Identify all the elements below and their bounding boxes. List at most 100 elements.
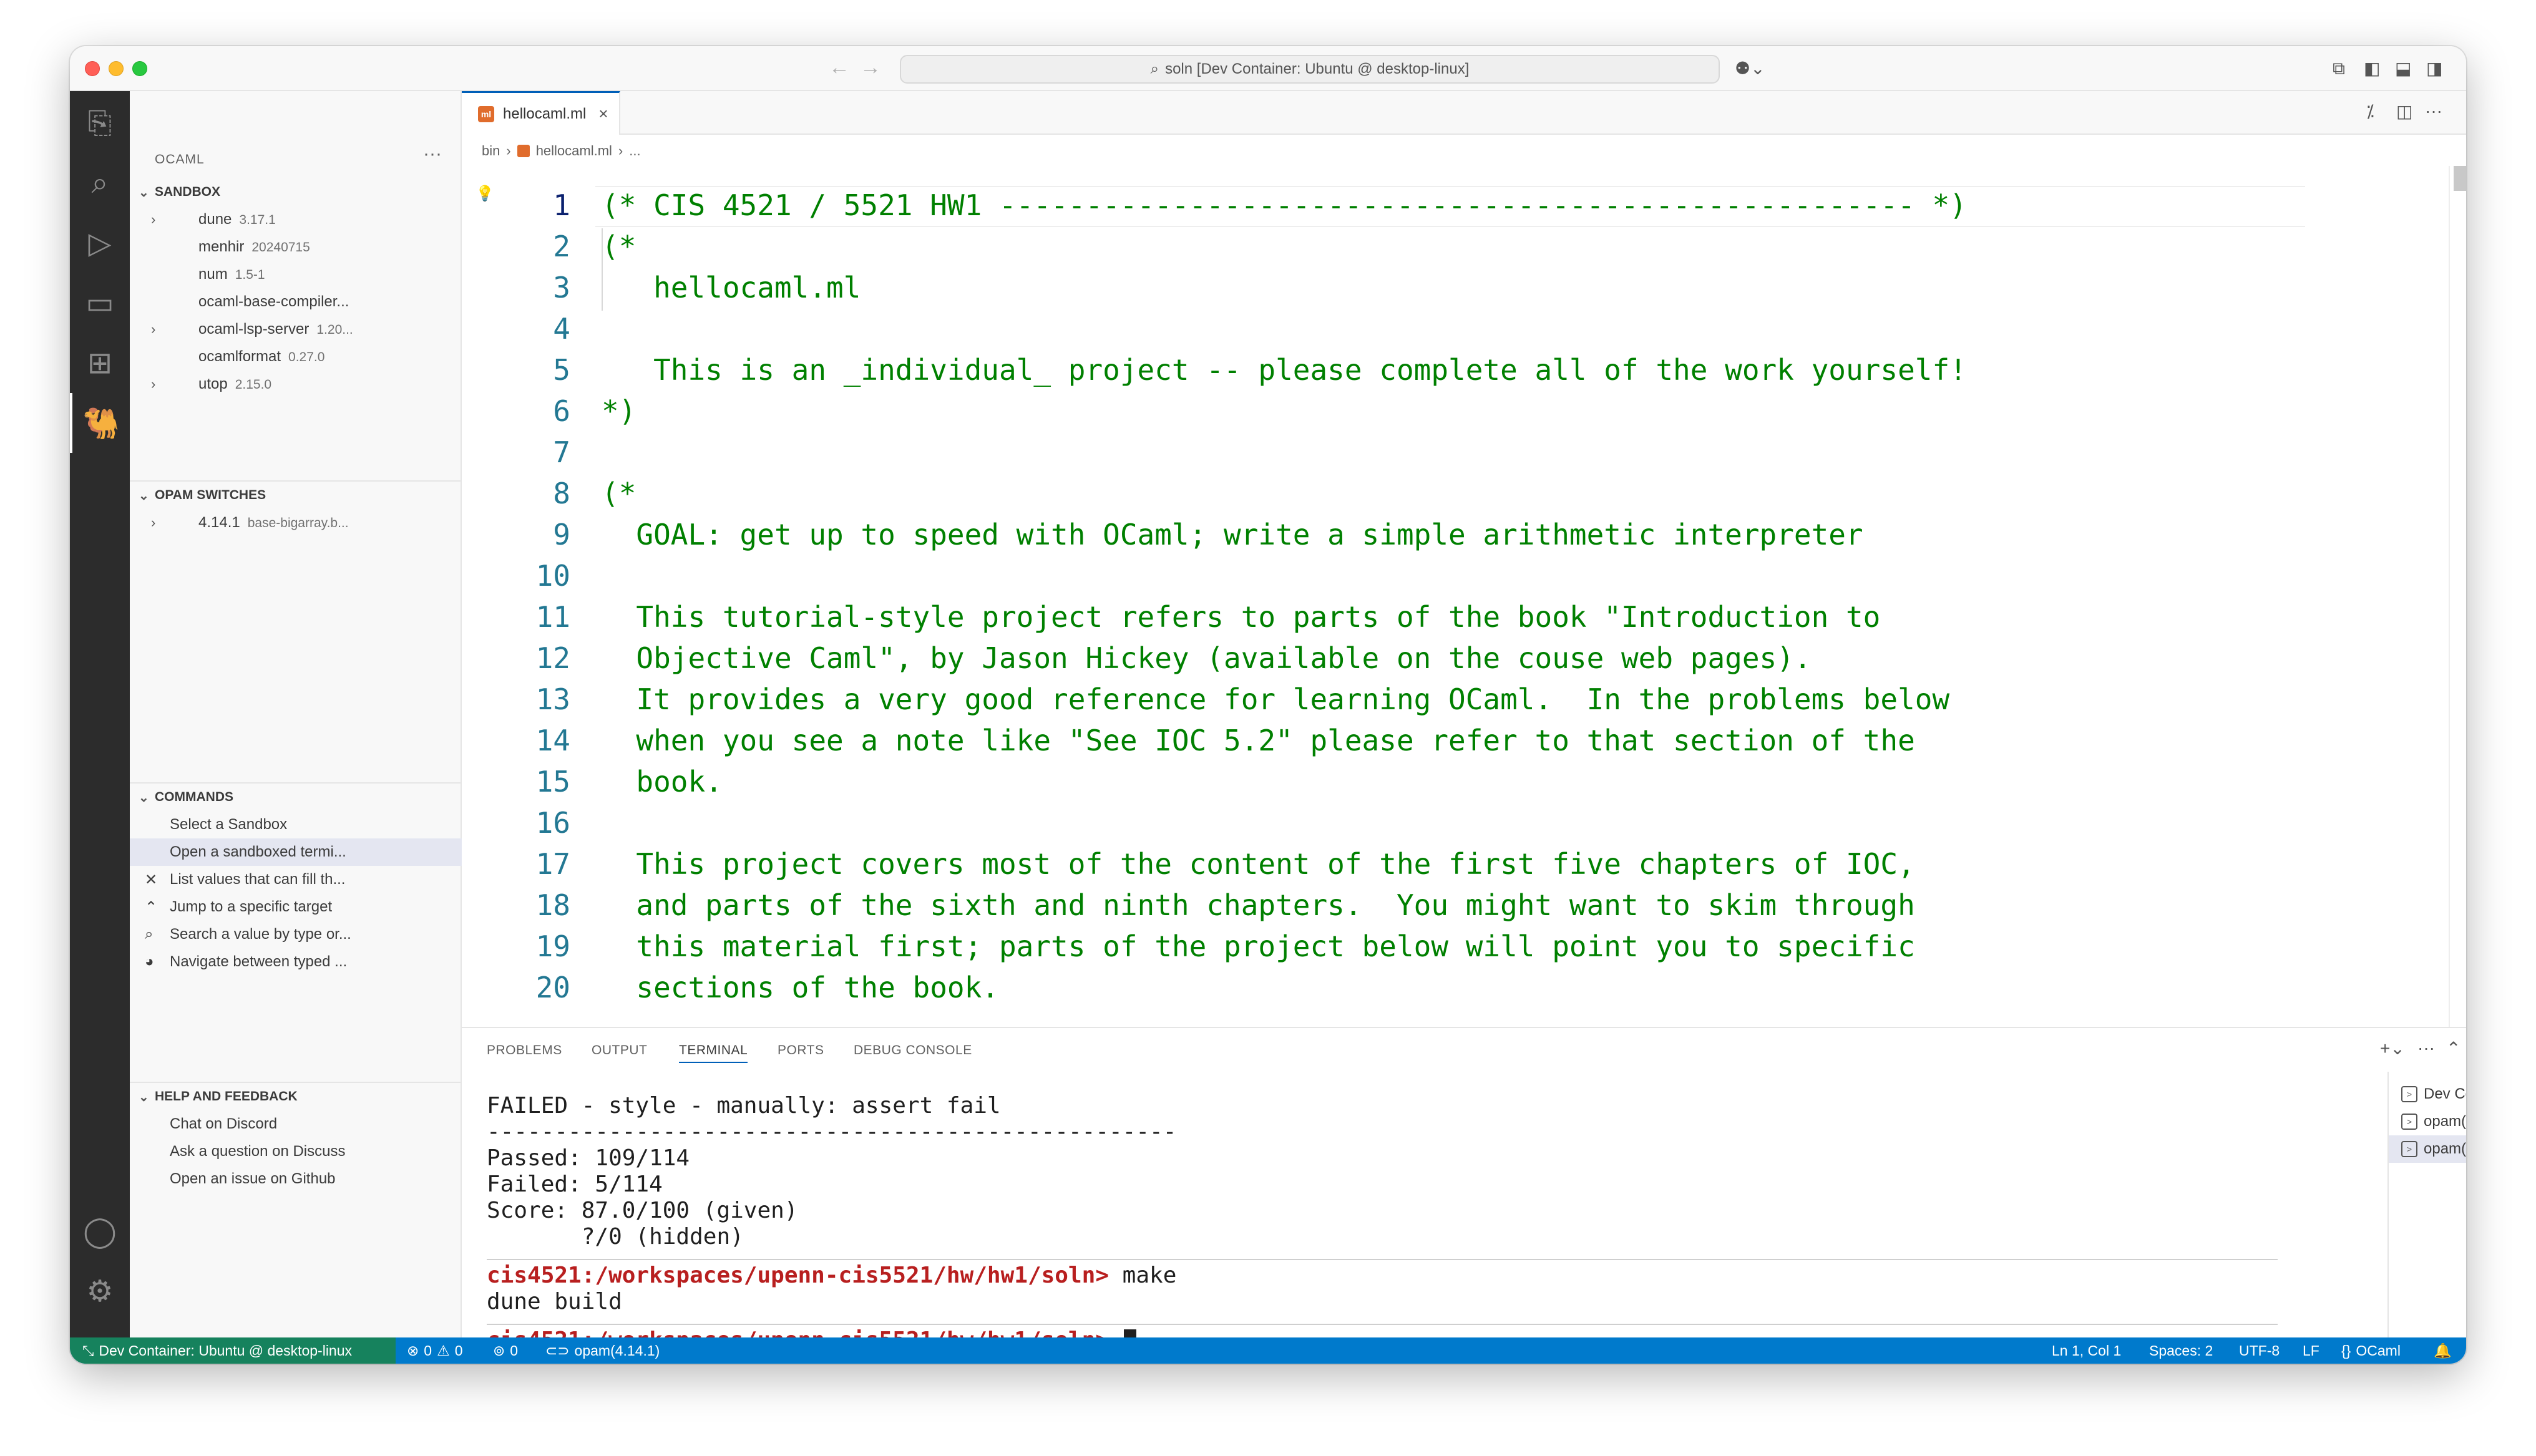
breadcrumb-folder[interactable]: bin	[482, 143, 500, 159]
help-open-issue[interactable]: Open an issue on Github	[130, 1165, 462, 1193]
activity-bar: ⎘ ⌕ ▷ ▭ ⊞ 🐫 ◯ ⚙	[70, 91, 130, 1337]
more-actions-icon[interactable]: ···	[2425, 101, 2442, 121]
tools-icon: ✕	[145, 871, 158, 888]
package-dune[interactable]: › dune 3.17.1	[130, 206, 462, 233]
encoding[interactable]: UTF-8	[2239, 1337, 2280, 1364]
toggle-panel-icon[interactable]: ⬓	[2395, 57, 2411, 80]
editor-tabs: ml hellocaml.ml ×	[462, 91, 2466, 135]
remote-indicator[interactable]: ⤡ Dev Container: Ubuntu @ desktop-linux	[70, 1337, 396, 1364]
command-navigate-typed-holes[interactable]: ◕ Navigate between typed ...	[130, 948, 462, 976]
terminal-instance[interactable]: > opam(4.14.1)	[2389, 1108, 2466, 1135]
code-line: 19 this material first; parts of the pro…	[462, 926, 2466, 967]
ocaml-camel-icon[interactable]: 🐫	[70, 393, 130, 453]
package-menhir[interactable]: menhir 20240715	[130, 233, 462, 261]
back-arrow-icon[interactable]: ←	[829, 55, 850, 80]
explorer-icon[interactable]: ⎘	[70, 94, 130, 153]
terminal-instance[interactable]: > Dev Contai...	[2389, 1080, 2466, 1108]
chevron-right-icon: ›	[151, 376, 156, 392]
diff-icon[interactable]: ⁒	[2366, 101, 2374, 122]
command-open-sandboxed-terminal[interactable]: Open a sandboxed termi...	[130, 838, 462, 866]
run-debug-icon[interactable]: ▷	[70, 213, 130, 273]
package-ocaml-lsp-server[interactable]: › ocaml-lsp-server 1.20...	[130, 316, 462, 343]
section-opam-switches[interactable]: ⌄ OPAM SWITCHES	[130, 483, 462, 508]
close-window-button[interactable]	[85, 61, 100, 76]
package-ocaml-base-compiler[interactable]: ocaml-base-compiler...	[130, 288, 462, 316]
customize-layout-icon[interactable]: ⧉	[2333, 57, 2345, 80]
tab-problems[interactable]: PROBLEMS	[487, 1043, 562, 1058]
terminal-prompt-line: cis4521:/workspaces/upenn-cis5521/hw/hw1…	[487, 1263, 1176, 1289]
tab-output[interactable]: OUTPUT	[592, 1043, 647, 1058]
indentation[interactable]: Spaces: 2	[2149, 1337, 2213, 1364]
line-number: 8	[553, 477, 570, 510]
toggle-secondary-sidebar-icon[interactable]: ◨	[2426, 57, 2442, 80]
code-editor[interactable]: 💡 1 (* CIS 4521 / 5521 HW1 --------------…	[462, 166, 2466, 1027]
code-line: 17 This project covers most of the conte…	[462, 843, 2466, 885]
notifications-bell-icon[interactable]: 🔔	[2434, 1337, 2452, 1364]
ocaml-file-icon: ml	[478, 105, 494, 122]
more-actions-icon[interactable]: ···	[2417, 1038, 2435, 1058]
terminal-line: FAILED - style - manually: assert fail	[487, 1093, 1001, 1119]
remote-explorer-icon[interactable]: ▭	[70, 273, 130, 333]
scrollbar-thumb[interactable]	[2454, 166, 2466, 191]
command-center[interactable]: ⌕ soln [Dev Container: Ubuntu @ desktop-…	[900, 55, 1720, 84]
help-chat-discord[interactable]: Chat on Discord	[130, 1110, 462, 1138]
opam-switch-item[interactable]: › 4.14.1 base-bigarray.b...	[130, 509, 462, 536]
copilot-icon[interactable]: ⚉⌄	[1735, 57, 1765, 80]
command-list-values[interactable]: ✕ List values that can fill th...	[130, 866, 462, 893]
maximize-panel-icon[interactable]: ⌃	[2446, 1038, 2460, 1059]
terminal-instance[interactable]: > opam(4.14.1)	[2389, 1135, 2466, 1163]
line-number: 13	[535, 682, 570, 716]
section-heading: OPAM SWITCHES	[155, 488, 266, 502]
package-utop[interactable]: › utop 2.15.0	[130, 371, 462, 398]
breadcrumb-file[interactable]: hellocaml.ml	[536, 143, 612, 159]
line-number: 12	[535, 641, 570, 675]
search-icon[interactable]: ⌕	[70, 153, 130, 213]
close-icon[interactable]: ×	[598, 104, 608, 124]
section-divider	[130, 1082, 462, 1083]
breadcrumb-symbol[interactable]: ...	[629, 143, 640, 159]
code-line: 3 hellocaml.ml	[462, 267, 2466, 308]
section-help-feedback[interactable]: ⌄ HELP AND FEEDBACK	[130, 1084, 462, 1109]
command-jump-target[interactable]: ⌃ Jump to a specific target	[130, 893, 462, 921]
switch-packages: base-bigarray.b...	[247, 516, 349, 530]
more-actions-icon[interactable]: ···	[423, 143, 442, 165]
package-ocamlformat[interactable]: ocamlformat 0.27.0	[130, 343, 462, 371]
command-label: Jump to a specific target	[170, 898, 333, 915]
end-of-line[interactable]: LF	[2303, 1337, 2319, 1364]
extensions-icon[interactable]: ⊞	[70, 333, 130, 393]
package-version: 20240715	[251, 240, 310, 255]
gear-icon[interactable]: ⚙	[70, 1261, 130, 1321]
cursor-position[interactable]: Ln 1, Col 1	[2052, 1337, 2121, 1364]
code-line: 14 when you see a note like "See IOC 5.2…	[462, 720, 2466, 761]
toggle-primary-sidebar-icon[interactable]: ◧	[2364, 57, 2380, 80]
help-ask-discuss[interactable]: Ask a question on Discuss	[130, 1138, 462, 1165]
tab-ports[interactable]: PORTS	[778, 1043, 824, 1058]
new-terminal-icon[interactable]: +⌄	[2380, 1038, 2405, 1059]
line-text: book.	[602, 765, 723, 798]
package-num[interactable]: num 1.5-1	[130, 261, 462, 288]
command-search-by-type[interactable]: ⌕ Search a value by type or...	[130, 921, 462, 948]
problems-indicator[interactable]: ⊗ 0 ⚠ 0	[407, 1337, 463, 1364]
terminal-instance-label: Dev Contai...	[2424, 1085, 2466, 1102]
zoom-window-button[interactable]	[132, 61, 147, 76]
line-text: hellocaml.ml	[602, 271, 861, 304]
package-version: 1.5-1	[235, 268, 265, 282]
forward-arrow-icon[interactable]: →	[860, 55, 881, 80]
chevron-right-icon: ›	[506, 143, 511, 158]
split-editor-icon[interactable]: ◫	[2396, 101, 2412, 122]
editor-scrollbar[interactable]	[2449, 166, 2466, 1027]
help-link-label: Chat on Discord	[170, 1115, 278, 1132]
package-name: ocamlformat	[198, 348, 281, 365]
ports-indicator[interactable]: ⊚ 0	[493, 1337, 518, 1364]
tab-terminal[interactable]: TERMINAL	[679, 1043, 748, 1063]
command-select-sandbox[interactable]: Select a Sandbox	[130, 811, 462, 838]
opam-switch-indicator[interactable]: ⊂⊃ opam(4.14.1)	[545, 1337, 660, 1364]
tab-hellocaml[interactable]: ml hellocaml.ml ×	[462, 91, 620, 135]
section-commands[interactable]: ⌄ COMMANDS	[130, 785, 462, 810]
accounts-icon[interactable]: ◯	[70, 1201, 130, 1261]
minimize-window-button[interactable]	[109, 61, 124, 76]
section-sandbox[interactable]: ⌄ SANDBOX	[130, 180, 462, 205]
tab-debug-console[interactable]: DEBUG CONSOLE	[854, 1043, 972, 1058]
language-mode[interactable]: {} OCaml	[2341, 1337, 2401, 1364]
code-line: 15 book.	[462, 761, 2466, 802]
